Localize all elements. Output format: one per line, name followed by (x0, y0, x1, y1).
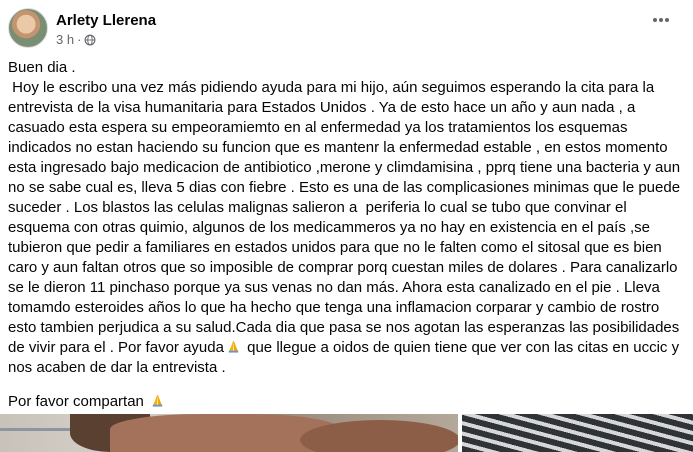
post-greeting: Buen dia . (8, 59, 76, 76)
post-time[interactable]: 3 h (56, 32, 74, 47)
post-photos (0, 414, 693, 452)
author-name[interactable]: Arlety Llerena (56, 12, 156, 29)
globe-icon[interactable] (84, 34, 96, 46)
avatar[interactable] (8, 8, 48, 48)
post-text: Buen dia . Hoy le escribo una vez más pi… (8, 58, 688, 412)
more-horizontal-icon (653, 18, 669, 22)
post-photo[interactable] (0, 414, 458, 452)
more-options-button[interactable] (649, 8, 673, 32)
meta-separator: · (77, 32, 82, 47)
post-photo[interactable] (462, 414, 693, 452)
folded-hands-emoji-icon (152, 394, 163, 407)
post-meta: 3 h · (56, 32, 96, 47)
photo-detail (300, 420, 458, 452)
post-header: Arlety Llerena 3 h · (8, 8, 693, 50)
post-closing-text: Por favor compartan (8, 393, 144, 410)
post-closing: Por favor compartan (8, 392, 688, 412)
folded-hands-emoji-icon (228, 340, 239, 353)
post-body: Hoy le escribo una vez más pidiendo ayud… (8, 78, 688, 378)
post-body-text: Hoy le escribo una vez más pidiendo ayud… (8, 79, 685, 356)
